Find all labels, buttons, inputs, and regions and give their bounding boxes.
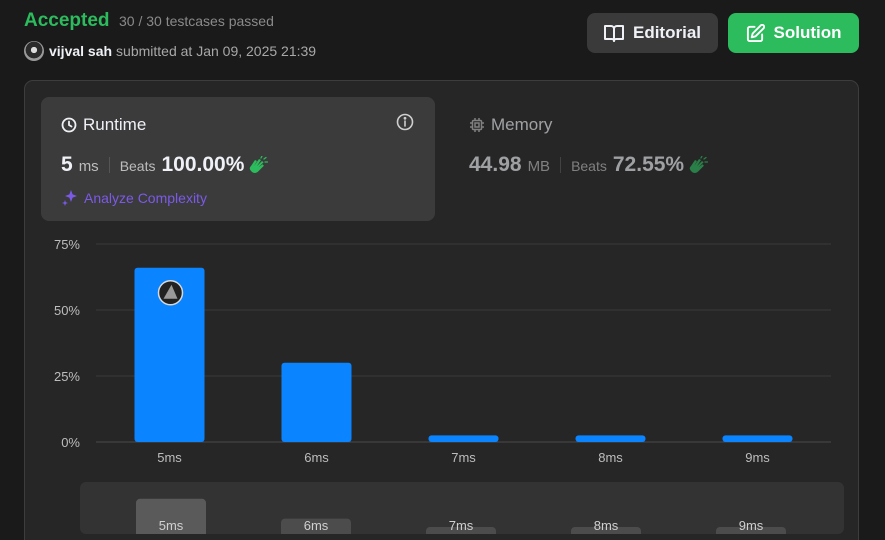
runtime-title: Runtime — [61, 115, 146, 135]
analyze-complexity-button[interactable]: Analyze Complexity — [61, 189, 207, 207]
mini-tick-label: 7ms — [449, 518, 474, 533]
mini-tick-label: 8ms — [594, 518, 619, 533]
memory-title-text: Memory — [491, 115, 553, 134]
divider — [560, 157, 562, 173]
memory-beats-percent: 72.55% — [612, 153, 685, 176]
runtime-card[interactable]: Runtime 5 ms Beats 100.00% Analyze Compl… — [41, 97, 435, 221]
runtime-value: 5 — [61, 153, 73, 176]
y-tick-label: 0% — [61, 435, 80, 450]
solution-button[interactable]: Solution — [728, 13, 859, 53]
submission-info: vijval sah submitted at Jan 09, 2025 21:… — [24, 41, 316, 61]
submitted-time: submitted at Jan 09, 2025 21:39 — [116, 43, 317, 59]
memory-unit: MB — [527, 158, 551, 175]
x-tick-label: 5ms — [157, 450, 182, 465]
result-header: Accepted 30 / 30 testcases passed vijval… — [0, 0, 885, 80]
clap-icon — [689, 156, 709, 173]
runtime-title-text: Runtime — [83, 115, 147, 134]
editorial-button[interactable]: Editorial — [587, 13, 718, 53]
runtime-unit: ms — [78, 158, 99, 175]
testcase-count: 30 / 30 testcases passed — [119, 13, 274, 29]
runtime-metrics: 5 ms Beats 100.00% — [61, 153, 269, 177]
memory-card[interactable]: Memory 44.98 MB Beats 72.55% — [469, 97, 849, 221]
runtime-distribution-chart: 0% 25% 50% 75% 5ms 6ms 7ms 8ms 9ms — [54, 237, 831, 465]
editorial-label: Editorial — [632, 23, 701, 42]
memory-metrics: 44.98 MB Beats 72.55% — [469, 153, 709, 177]
divider — [108, 157, 110, 173]
username-link[interactable]: vijval sah — [49, 43, 112, 59]
mini-tick-label: 5ms — [159, 518, 184, 533]
chip-icon — [470, 118, 484, 132]
memory-title: Memory — [469, 115, 552, 135]
runtime-beats-percent: 100.00% — [161, 153, 245, 176]
status-accepted: Accepted — [24, 10, 110, 31]
memory-value: 44.98 — [469, 153, 522, 176]
y-tick-label: 50% — [54, 303, 80, 318]
x-tick-label: 8ms — [598, 450, 623, 465]
clap-icon — [250, 156, 269, 173]
book-icon — [603, 25, 624, 42]
bar-7ms[interactable] — [428, 435, 499, 442]
y-tick-label: 25% — [54, 369, 80, 384]
range-selector-chart[interactable]: 5ms 6ms 7ms 8ms 9ms — [80, 482, 844, 534]
user-avatar-marker[interactable] — [157, 280, 184, 306]
performance-panel: Runtime 5 ms Beats 100.00% Analyze Compl… — [24, 80, 859, 540]
x-tick-label: 6ms — [304, 450, 329, 465]
sparkle-icon — [62, 190, 77, 206]
solution-label: Solution — [773, 23, 842, 42]
bar-9ms[interactable] — [722, 435, 793, 442]
y-tick-label: 75% — [54, 237, 80, 252]
bar-6ms[interactable] — [281, 362, 352, 442]
memory-beats-label: Beats — [571, 158, 607, 174]
avatar[interactable] — [24, 41, 44, 61]
x-tick-label: 7ms — [451, 450, 476, 465]
analyze-label: Analyze Complexity — [84, 190, 207, 206]
clock-icon — [61, 117, 77, 133]
x-tick-label: 9ms — [745, 450, 770, 465]
runtime-beats-label: Beats — [119, 158, 156, 174]
edit-icon — [746, 23, 765, 42]
bar-8ms[interactable] — [575, 435, 646, 442]
mini-tick-label: 9ms — [739, 518, 764, 533]
info-icon[interactable] — [396, 113, 414, 131]
mini-tick-label: 6ms — [304, 518, 329, 533]
